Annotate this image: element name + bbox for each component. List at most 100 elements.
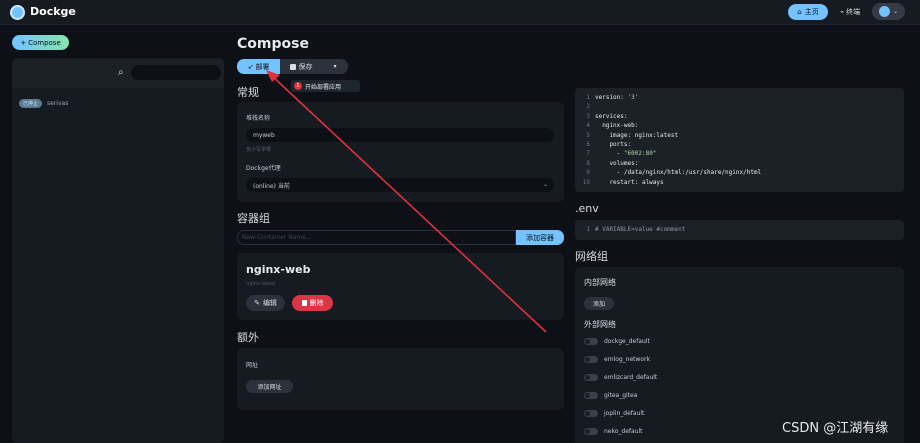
save-options-dropdown[interactable]: ▾: [322, 59, 348, 74]
code-line: 3 services:: [575, 112, 628, 122]
terminal-button[interactable]: ⌁ 终端: [834, 4, 866, 20]
network-toggle[interactable]: [584, 428, 598, 435]
deploy-button-label: 部署: [255, 62, 270, 71]
chevron-down-icon: ⌄: [892, 8, 899, 15]
external-network-item[interactable]: emlizcard_default: [584, 374, 657, 381]
caret-down-icon: ▾: [333, 63, 337, 70]
network-toggle[interactable]: [584, 392, 598, 399]
code-line: 1 # VARIABLE=value #comment: [575, 226, 685, 235]
home-icon: ⌂: [797, 8, 802, 16]
network-name: dockge_default: [604, 338, 650, 345]
home-button-label: 主页: [804, 8, 819, 16]
container-name: nginx-web: [246, 263, 311, 276]
code-token: version:: [595, 94, 628, 101]
save-icon: [289, 63, 296, 70]
stack-name: serivas: [47, 99, 69, 107]
networks-section-heading: 网络组: [575, 250, 608, 263]
line-number: 8: [586, 159, 590, 167]
save-button[interactable]: 保存: [280, 59, 322, 74]
network-name: joplin_default: [604, 410, 645, 417]
compose-yaml-editor[interactable]: 1 version: '3' 2 3 services: 4 nginx-web: 5 im…: [575, 88, 904, 192]
stack-name-hint: 仅小写字母: [246, 147, 272, 153]
new-container-input[interactable]: New Container Name...: [237, 230, 516, 245]
external-network-item[interactable]: gitea_gitea: [584, 392, 637, 399]
agent-label: Dockge代理: [246, 165, 281, 172]
external-network-item[interactable]: emlog_network: [584, 356, 650, 363]
home-button[interactable]: ⌂ 主页: [788, 4, 828, 20]
external-network-item[interactable]: joplin_default: [584, 410, 644, 417]
chevron-down-icon: ⌄: [542, 181, 548, 188]
containers-section-heading: 容器组: [237, 212, 270, 225]
code-token: # VARIABLE=value #comment: [595, 226, 686, 233]
agent-select-value: (online) 当前: [253, 182, 290, 190]
internal-network-heading: 内部网络: [584, 278, 616, 287]
deploy-button[interactable]: ➶ 部署: [237, 59, 280, 74]
line-number: 4: [586, 122, 590, 130]
add-network-button[interactable]: 添加: [584, 297, 614, 310]
line-number: 2: [586, 103, 590, 111]
annotation-text: 开始部署应用: [305, 83, 342, 91]
stack-search-bar: ⌕: [12, 58, 224, 88]
terminal-button-label: 终端: [846, 8, 861, 16]
code-token: image: nginx:latest: [595, 131, 679, 139]
code-line: 4 nginx-web:: [575, 122, 638, 131]
save-button-label: 保存: [298, 62, 313, 71]
env-heading: .env: [575, 202, 599, 215]
line-number: 9: [586, 169, 590, 177]
delete-container-button[interactable]: 删除: [292, 295, 333, 311]
rocket-icon: ➶: [247, 62, 254, 71]
network-toggle[interactable]: [584, 374, 598, 381]
stack-name-input[interactable]: myweb: [246, 128, 554, 142]
code-line: 2: [575, 103, 595, 112]
external-network-item[interactable]: neko_default: [584, 428, 643, 435]
new-compose-button[interactable]: + Compose: [12, 35, 69, 50]
annotation-number: 1: [294, 82, 302, 90]
code-line: 7 - "6002:80": [575, 150, 656, 159]
code-line: 6 ports:: [575, 141, 631, 150]
line-number: 10: [582, 178, 590, 186]
trash-icon: [301, 300, 307, 306]
url-label: 网址: [246, 362, 259, 369]
network-name: gitea_gitea: [604, 392, 638, 399]
line-number: 3: [586, 112, 590, 120]
stack-list-panel: ⌕ 已停止 serivas: [12, 58, 224, 443]
add-container-button[interactable]: 添加容器: [516, 230, 564, 245]
code-line: 9 - /data/nginx/html:/usr/share/nginx/ht…: [575, 169, 761, 178]
list-item[interactable]: 已停止 serivas: [12, 95, 224, 111]
watermark: CSDN @江湖有缘: [782, 421, 889, 436]
general-card: 堆栈名称 myweb 仅小写字母 Dockge代理 (online) 当前 ⌄: [237, 102, 564, 202]
network-name: emlog_network: [604, 356, 651, 363]
plus-icon: +: [20, 38, 27, 47]
stack-name-label: 堆栈名称: [246, 115, 271, 122]
code-line: 8 volumes:: [575, 160, 638, 169]
edit-button-label: 编辑: [262, 299, 277, 307]
container-image: nginx:latest: [246, 281, 276, 287]
env-editor[interactable]: 1 # VARIABLE=value #comment: [575, 220, 904, 240]
network-toggle[interactable]: [584, 356, 598, 363]
add-url-button[interactable]: 添加网址: [246, 380, 293, 393]
edit-container-button[interactable]: ✎ 编辑: [246, 295, 285, 311]
deploy-annotation-tooltip: 1 开始部署应用: [291, 80, 360, 92]
code-token: services:: [595, 112, 628, 120]
code-token: restart: always: [595, 178, 664, 186]
line-number: 1: [586, 226, 590, 233]
external-network-heading: 外部网络: [584, 320, 616, 329]
general-section-heading: 常规: [237, 86, 259, 99]
code-line: 5 image: nginx:latest: [575, 132, 678, 141]
avatar: [878, 6, 890, 17]
extra-card: 网址 添加网址: [237, 348, 564, 410]
code-line: 1 version: '3': [575, 94, 638, 103]
search-input[interactable]: [131, 65, 221, 80]
external-network-item[interactable]: dockge_default: [584, 338, 650, 345]
extra-section-heading: 额外: [237, 331, 259, 344]
profile-dropdown[interactable]: ⌄: [872, 3, 905, 20]
agent-select[interactable]: (online) 当前 ⌄: [246, 178, 554, 192]
top-navbar: Dockge ⌂ 主页 ⌁ 终端 ⌄: [0, 0, 920, 25]
code-token: - /data/nginx/html:/usr/share/nginx/html: [595, 169, 762, 177]
new-compose-label: Compose: [28, 38, 61, 47]
line-number: 1: [586, 94, 590, 101]
network-toggle[interactable]: [584, 410, 598, 417]
search-icon: ⌕: [118, 67, 124, 78]
status-badge: 已停止: [19, 98, 43, 108]
network-toggle[interactable]: [584, 338, 598, 345]
